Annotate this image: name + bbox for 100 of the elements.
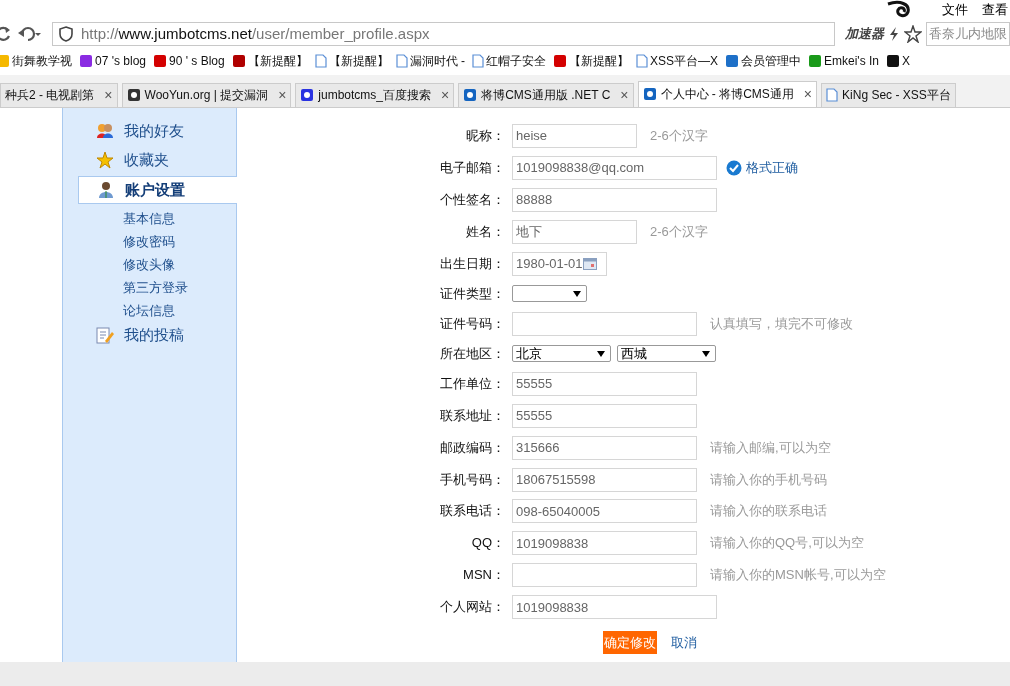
browser-tab[interactable]: WooYun.org | 提交漏洞 × [121, 83, 292, 107]
sidebar-subitem[interactable]: 修改密码 [63, 230, 236, 253]
bookmark[interactable]: 漏洞时代 - [395, 52, 465, 70]
field-label: 联系电话： [439, 502, 505, 521]
bookmark[interactable]: Emkei's In [808, 54, 879, 69]
field-label: MSN： [462, 566, 505, 585]
bookmark[interactable]: 【新提醒】 [231, 52, 308, 70]
field-hint: 认真填写，填完不可修改 [710, 314, 853, 333]
sidebar-subitem[interactable]: 第三方登录 [63, 276, 236, 299]
sidebar-item[interactable]: 账户设置 [78, 176, 237, 204]
sidebar-item[interactable]: 我的投稿 [63, 322, 236, 348]
input-field[interactable] [512, 563, 697, 588]
input-field[interactable]: 1019098838 [512, 595, 717, 620]
validation-message: 格式正确 [726, 158, 798, 177]
input-field[interactable]: heise [512, 123, 637, 148]
tab-title: WooYun.org | 提交漏洞 [144, 87, 269, 104]
bookmark[interactable]: 【新提醒】 [314, 52, 389, 70]
field-label: 联系地址： [439, 406, 505, 425]
bookmark[interactable]: XSS平台—X [636, 52, 719, 70]
input-field[interactable]: 55555 [512, 403, 697, 428]
close-button[interactable]: × [441, 87, 450, 104]
close-button[interactable]: × [278, 87, 287, 104]
person-icon [97, 181, 115, 199]
field-label: 证件类型： [439, 284, 505, 303]
field-label: 证件号码： [439, 314, 505, 333]
browser-tab[interactable]: KiNg Sec - XSS平台 [821, 83, 956, 107]
sidebar-subitem[interactable]: 修改头像 [63, 253, 236, 276]
bookmark[interactable]: X [886, 54, 911, 69]
caret-icon [597, 350, 605, 357]
address-field[interactable]: http://www.jumbotcms.net/user/member_profile.aspx [52, 21, 835, 46]
accelerator-button[interactable]: 加速器 [845, 24, 884, 43]
document-pencil-icon [96, 326, 114, 344]
shield-icon [59, 25, 73, 42]
browser-tab[interactable]: jumbotcms_百度搜索 × [295, 83, 455, 107]
tab-title: 种兵2 - 电视剧第 [5, 87, 95, 104]
field-label: 手机号码： [439, 470, 505, 489]
sidebar-subitem[interactable]: 论坛信息 [63, 299, 236, 322]
field-label: 个性签名： [439, 190, 505, 209]
tab-title: jumbotcms_百度搜索 [318, 87, 431, 104]
field-label: 昵称： [465, 126, 505, 145]
input-field[interactable]: 1019098838@qq.com [512, 155, 717, 180]
close-button[interactable]: × [104, 87, 113, 104]
input-field[interactable]: 88888 [512, 187, 717, 212]
field-hint: 请输入你的QQ号,可以为空 [710, 534, 864, 553]
back-icon[interactable] [16, 24, 42, 43]
menu-item[interactable]: 查看 [982, 0, 1008, 19]
input-field[interactable]: 315666 [512, 435, 697, 460]
field-hint: 请输入你的联系电话 [710, 502, 827, 521]
field-hint: 请输入你的手机号码 [710, 470, 827, 489]
cancel-link[interactable]: 取消 [671, 633, 697, 652]
bookmark[interactable]: 会员管理中 [725, 52, 802, 70]
close-button[interactable]: × [620, 87, 629, 104]
dropdown[interactable]: 北京 [512, 345, 611, 363]
input-field[interactable]: 1019098838 [512, 531, 697, 556]
reload-icon[interactable] [0, 24, 12, 43]
tab-title: KiNg Sec - XSS平台 [842, 87, 951, 104]
star-icon[interactable] [904, 24, 922, 43]
dropdown[interactable] [512, 285, 587, 303]
input-field[interactable]: 18067515598 [512, 467, 697, 492]
browser-tab[interactable]: 种兵2 - 电视剧第 × [0, 83, 118, 107]
field-hint: 2-6个汉字 [650, 222, 708, 241]
field-label: 姓名： [465, 222, 505, 241]
close-button[interactable]: × [803, 86, 813, 103]
bookmark[interactable]: 90 ' s Blog [153, 54, 225, 69]
search-field[interactable]: 香奈儿内地限 [926, 21, 1010, 46]
browser-tab[interactable]: 将博CMS通用版 .NET C × [458, 83, 634, 107]
input-field[interactable] [512, 311, 697, 336]
input-field[interactable]: 55555 [512, 371, 697, 396]
people-icon [96, 122, 114, 140]
field-label: 所在地区： [439, 344, 505, 363]
field-label: 个人网站： [439, 598, 505, 617]
page-icon [472, 54, 484, 69]
browser-tab[interactable]: 个人中心 - 将博CMS通用 × [637, 81, 818, 107]
page-icon [826, 88, 839, 103]
field-label: 电子邮箱： [439, 158, 505, 177]
field-hint: 请输入邮编,可以为空 [710, 438, 831, 457]
caret-icon [702, 350, 710, 357]
bookmark[interactable]: 红帽子安全 [472, 52, 546, 70]
dropdown[interactable]: 西城 [617, 345, 716, 363]
sidebar-item[interactable]: 我的好友 [63, 118, 236, 144]
bookmark[interactable]: 【新提醒】 [553, 52, 629, 70]
field-hint: 请输入你的MSN帐号,可以为空 [710, 566, 886, 585]
input-field[interactable]: 地下 [512, 219, 637, 244]
caret-icon [573, 290, 581, 297]
page-icon [395, 54, 408, 69]
page-icon [636, 54, 648, 69]
bookmark[interactable]: 街舞教学视 [0, 52, 72, 70]
sidebar-subitem[interactable]: 基本信息 [63, 207, 236, 230]
field-label: 出生日期： [439, 254, 505, 273]
tab-title: 将博CMS通用版 .NET C [481, 87, 611, 104]
input-field[interactable]: 098-65040005 [512, 499, 697, 524]
star-icon [96, 151, 114, 169]
tab-title: 个人中心 - 将博CMS通用 [660, 86, 794, 103]
field-label: QQ： [470, 534, 505, 553]
calendar-icon [582, 257, 597, 270]
sidebar-item[interactable]: 收藏夹 [63, 147, 236, 173]
field-hint: 2-6个汉字 [650, 126, 708, 145]
date-field[interactable]: 1980-01-01 [512, 251, 607, 276]
menu-item[interactable]: 文件 [942, 0, 968, 19]
bookmark[interactable]: 07 's blog [79, 54, 146, 69]
